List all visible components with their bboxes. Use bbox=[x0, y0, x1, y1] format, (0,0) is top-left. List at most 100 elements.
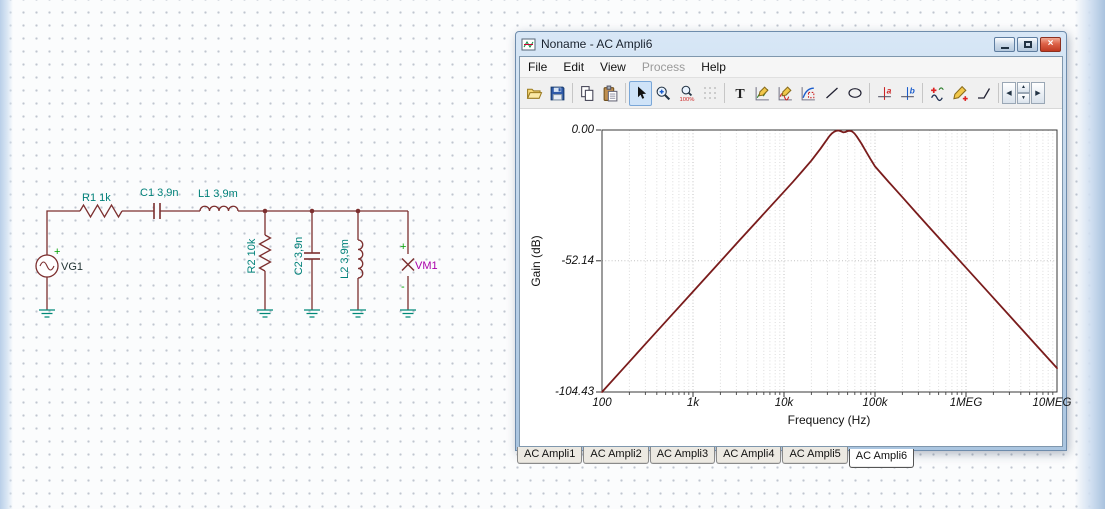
ground-symbols[interactable] bbox=[39, 309, 416, 318]
zoom-100-icon: 100% bbox=[679, 85, 694, 102]
ellipse-icon bbox=[847, 88, 862, 98]
svg-text:100%: 100% bbox=[679, 96, 694, 101]
next-curve-button[interactable]: ▶ bbox=[1031, 82, 1045, 104]
vg1-source[interactable]: + VG1 bbox=[35, 246, 83, 278]
zoom-in-icon bbox=[656, 86, 671, 100]
x-tick-label: 1MEG bbox=[949, 397, 983, 409]
toolbar: 100% T a b ◀ ▲ ▼ ▶ bbox=[520, 78, 1062, 109]
tab-ac-ampli1[interactable]: AC Ampli1 bbox=[517, 447, 583, 464]
vg1-plus-sign: + bbox=[54, 246, 60, 258]
wires[interactable] bbox=[46, 210, 409, 310]
vm1-minus-sign: - bbox=[401, 281, 405, 293]
l2-label: L2 3,9m bbox=[339, 239, 351, 279]
l1-label: L1 3,9m bbox=[198, 188, 238, 200]
ac-analysis-window: Noname - AC Ampli6 × File Edit View Proc… bbox=[515, 31, 1072, 451]
save-icon bbox=[550, 86, 565, 100]
window-edge-right bbox=[1075, 0, 1105, 509]
c1-capacitor[interactable]: C1 3,9n bbox=[140, 187, 179, 219]
x-tick-label: 100 bbox=[592, 397, 612, 409]
vg1-label: VG1 bbox=[61, 261, 83, 273]
tab-ac-ampli4[interactable]: AC Ampli4 bbox=[716, 447, 782, 464]
add-waveform-button[interactable] bbox=[926, 81, 949, 106]
x-tick-label: 1k bbox=[686, 397, 700, 409]
left-arrow-icon: ◀ bbox=[1006, 90, 1012, 97]
line-icon bbox=[825, 87, 838, 99]
svg-text:b: b bbox=[910, 85, 915, 95]
paste-button[interactable] bbox=[599, 81, 622, 106]
r2-resistor[interactable]: R2 10k bbox=[246, 234, 272, 273]
copy-icon bbox=[581, 85, 594, 101]
text-tool-icon: T bbox=[735, 87, 745, 101]
grid-toggle-button[interactable] bbox=[698, 81, 721, 106]
zoom-in-button[interactable] bbox=[652, 81, 675, 106]
prev-curve-button[interactable]: ◀ bbox=[1002, 82, 1016, 104]
probe-plus-icon bbox=[953, 85, 968, 101]
c2-capacitor[interactable]: C2 3,9n bbox=[293, 237, 320, 276]
cursor-a-icon: a bbox=[878, 85, 892, 100]
gain-curve-plot bbox=[596, 129, 1058, 397]
toolbar-separator bbox=[724, 83, 725, 103]
tab-ac-ampli2[interactable]: AC Ampli2 bbox=[583, 447, 649, 464]
x-tick-label: 100k bbox=[862, 397, 888, 409]
svg-text:T: T bbox=[735, 87, 745, 101]
spinner-down-button[interactable]: ▼ bbox=[1017, 93, 1030, 104]
ellipse-tool-button[interactable] bbox=[843, 81, 866, 106]
chart-area: Gain (dB) 0.00 -52.14 -104.43 100 1k 10k… bbox=[520, 109, 1072, 446]
line-tool-button[interactable] bbox=[820, 81, 843, 106]
menu-view[interactable]: View bbox=[592, 58, 634, 76]
pen-wave-button[interactable] bbox=[774, 81, 797, 106]
cursor-b-button[interactable]: b bbox=[896, 81, 919, 106]
y-tick-label: -52.14 bbox=[561, 255, 594, 267]
chart-select-icon bbox=[801, 86, 815, 100]
cursor-a-button[interactable]: a bbox=[873, 81, 896, 106]
diagram-tab-strip: AC Ampli1 AC Ampli2 AC Ampli3 AC Ampli4 … bbox=[517, 447, 915, 468]
corner-line-icon bbox=[977, 88, 990, 99]
menu-help[interactable]: Help bbox=[693, 58, 734, 76]
minimize-button[interactable] bbox=[994, 36, 1015, 52]
open-button[interactable] bbox=[523, 81, 546, 106]
maximize-button[interactable] bbox=[1017, 36, 1038, 52]
vm1-label: VM1 bbox=[415, 260, 438, 272]
r1-resistor[interactable]: R1 1k bbox=[79, 192, 123, 219]
vm1-voltmeter[interactable]: + - VM1 bbox=[400, 241, 438, 293]
x-tick-label: 10MEG bbox=[1032, 397, 1072, 409]
r2-label: R2 10k bbox=[246, 238, 258, 273]
l2-inductor[interactable]: L2 3,9m bbox=[339, 239, 364, 279]
tab-ac-ampli3[interactable]: AC Ampli3 bbox=[649, 447, 716, 464]
pointer-tool-button[interactable] bbox=[629, 80, 652, 106]
pen-chart-icon bbox=[755, 85, 769, 100]
x-tick-label: 10k bbox=[774, 397, 794, 409]
paste-icon bbox=[603, 85, 618, 101]
y-tick-label: 0.00 bbox=[571, 124, 594, 136]
grid-icon bbox=[703, 87, 716, 99]
zoom-100-button[interactable]: 100% bbox=[675, 81, 698, 106]
toolbar-separator bbox=[922, 83, 923, 103]
close-button[interactable]: × bbox=[1040, 36, 1061, 52]
down-arrow-icon: ▼ bbox=[1021, 95, 1026, 101]
right-arrow-icon: ▶ bbox=[1035, 90, 1041, 97]
toolbar-separator bbox=[572, 83, 573, 103]
add-waveform-icon bbox=[930, 86, 944, 101]
vm1-plus-sign: + bbox=[400, 241, 406, 253]
l1-inductor[interactable]: L1 3,9m bbox=[198, 188, 239, 212]
menu-edit[interactable]: Edit bbox=[555, 58, 592, 76]
menu-file[interactable]: File bbox=[520, 58, 555, 76]
chart-select-button[interactable] bbox=[797, 81, 820, 106]
tab-ac-ampli6[interactable]: AC Ampli6 bbox=[848, 449, 915, 468]
probe-plus-button[interactable] bbox=[949, 81, 972, 106]
toolbar-separator bbox=[625, 83, 626, 103]
copy-button[interactable] bbox=[576, 81, 599, 106]
toolbar-separator bbox=[869, 83, 870, 103]
title-bar[interactable]: Noname - AC Ampli6 × bbox=[519, 32, 1063, 56]
tab-ac-ampli5[interactable]: AC Ampli5 bbox=[782, 447, 848, 464]
pen-wave-icon bbox=[778, 85, 792, 100]
spinner-up-button[interactable]: ▲ bbox=[1017, 82, 1030, 93]
minimize-icon bbox=[1000, 46, 1009, 49]
save-button[interactable] bbox=[546, 81, 569, 106]
close-icon: × bbox=[1047, 38, 1054, 49]
schematic-canvas[interactable]: + VG1 R1 1k C1 3,9n L1 3,9m R2 10k C2 3,… bbox=[30, 150, 460, 360]
pen-chart-button[interactable] bbox=[751, 81, 774, 106]
corner-line-button[interactable] bbox=[972, 81, 995, 106]
maximize-icon bbox=[1023, 40, 1032, 48]
text-tool-button[interactable]: T bbox=[728, 81, 751, 106]
